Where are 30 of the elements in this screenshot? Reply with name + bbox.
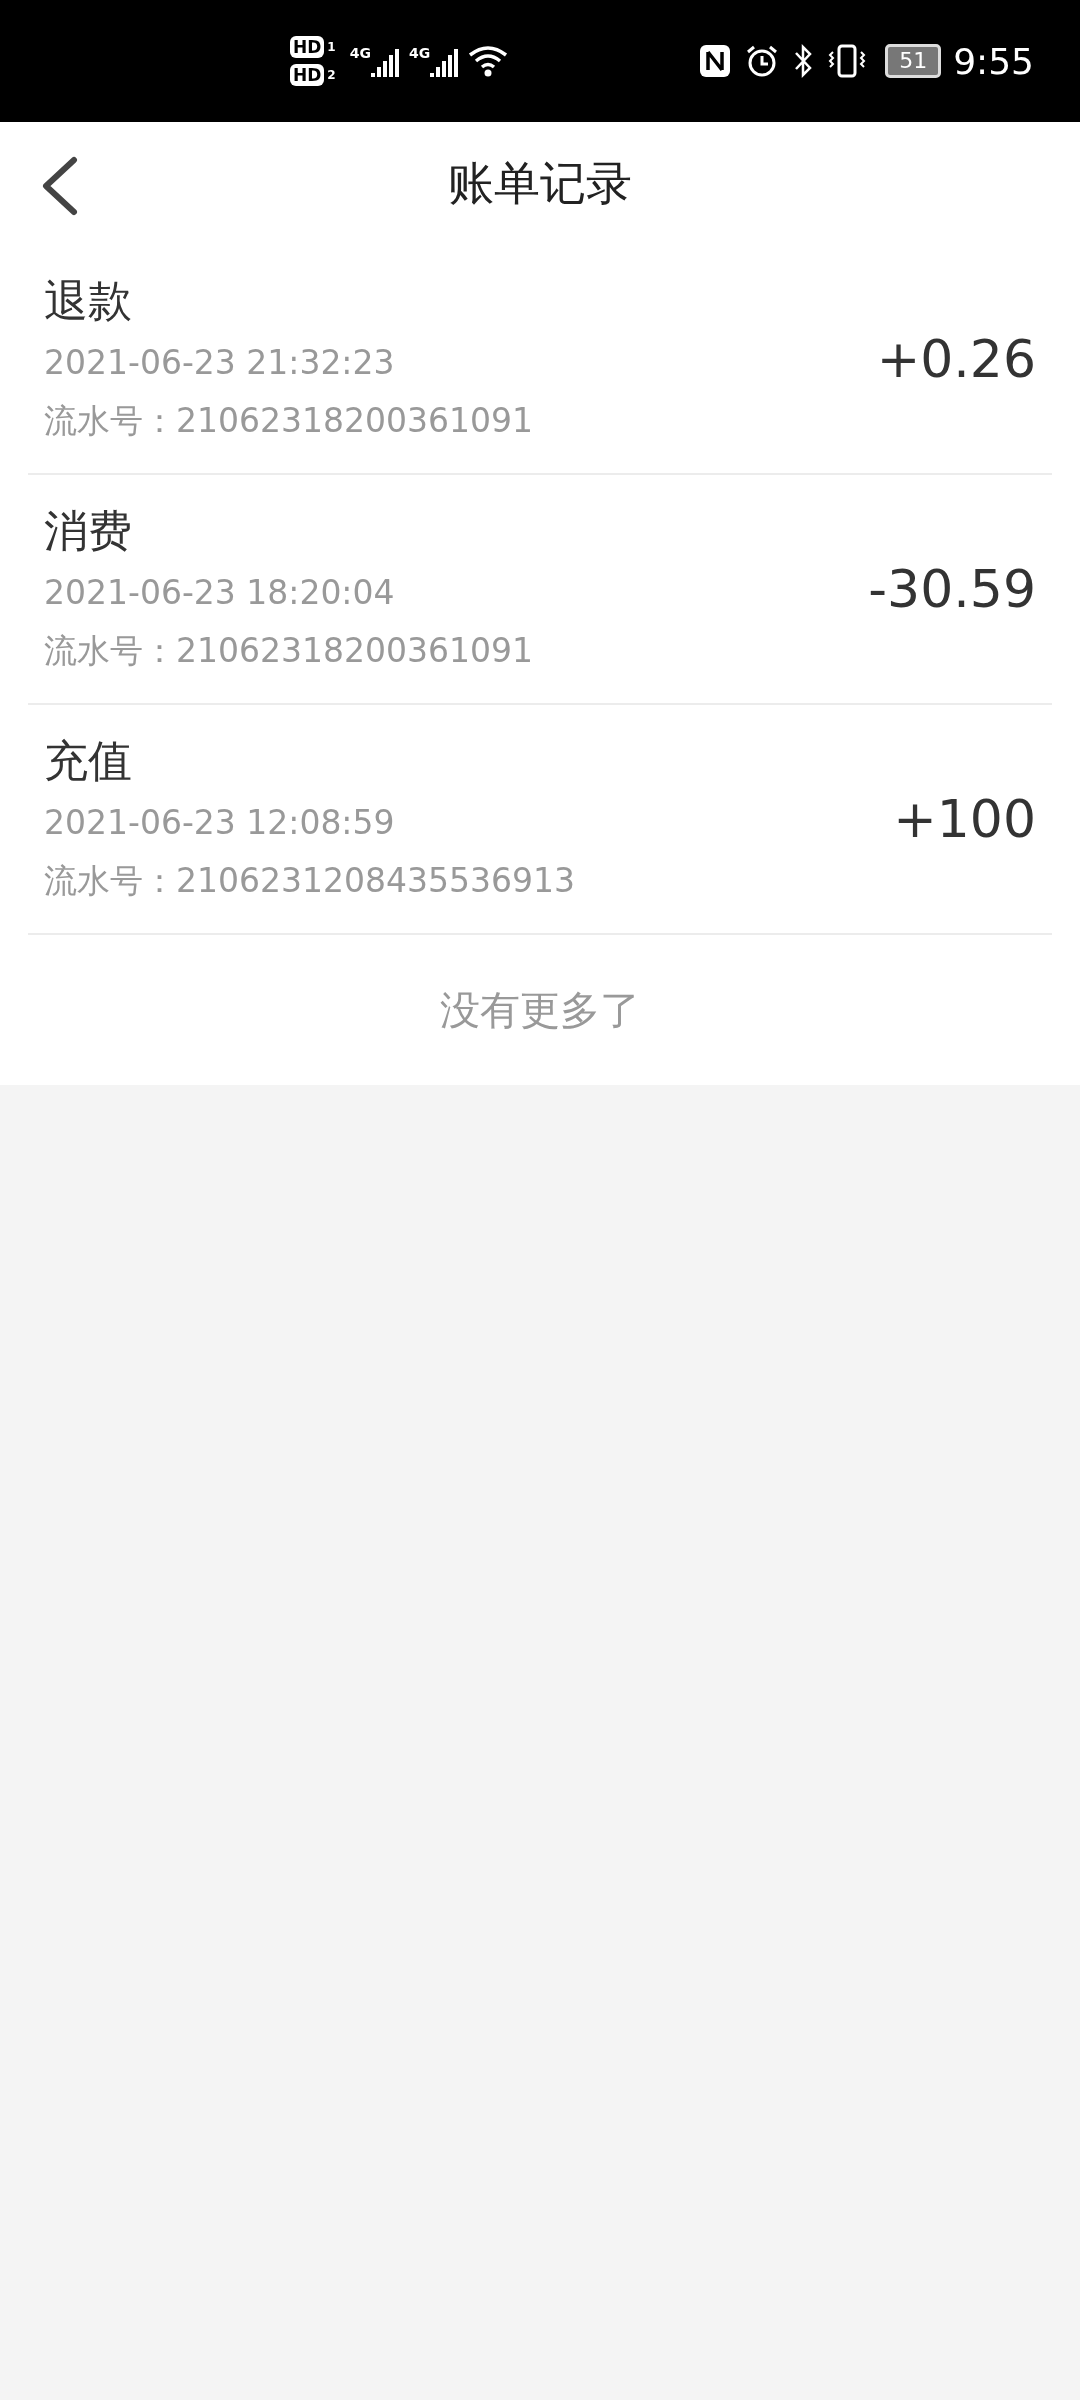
battery-level: 51 (885, 44, 942, 78)
no-more-text: 没有更多了 (440, 985, 640, 1035)
record-type: 退款 (44, 274, 133, 328)
clock-time: 9:55 (953, 40, 1034, 82)
sim-slot: 1 (327, 40, 336, 54)
record-time: 2021-06-23 18:20:04 (44, 572, 396, 614)
bluetooth-icon (793, 44, 814, 78)
back-icon[interactable] (40, 156, 80, 216)
page-title: 账单记录 (448, 154, 632, 212)
record-type: 消费 (44, 504, 133, 558)
wifi-icon (468, 45, 509, 77)
serial-number: 流水号：21062318200361091 (44, 400, 534, 442)
record-amount: +0.26 (876, 329, 1036, 389)
hd-badge: HD (290, 36, 325, 58)
bill-record[interactable]: 消费 2021-06-23 18:20:04 流水号：21062318200361091 -30.59 (28, 475, 1052, 705)
alarm-icon (745, 44, 780, 78)
nfc-icon (699, 44, 732, 78)
record-time: 2021-06-23 12:08:59 (44, 802, 396, 844)
network-type: 4G (349, 45, 371, 61)
record-type: 充值 (44, 734, 133, 788)
hd-badge: HD (290, 64, 325, 86)
sim-slot: 2 (327, 68, 336, 82)
network-type: 4G (408, 45, 431, 61)
record-time: 2021-06-23 21:32:23 (44, 342, 396, 384)
record-amount: +100 (893, 789, 1036, 849)
serial-number: 流水号：2106231208435536913 (44, 860, 576, 902)
vibrate-icon (827, 44, 868, 78)
record-amount: -30.59 (868, 559, 1036, 619)
bill-record[interactable]: 退款 2021-06-23 21:32:23 流水号：21062318200361091 +0.26 (28, 245, 1052, 475)
serial-number: 流水号：21062318200361091 (44, 630, 534, 672)
